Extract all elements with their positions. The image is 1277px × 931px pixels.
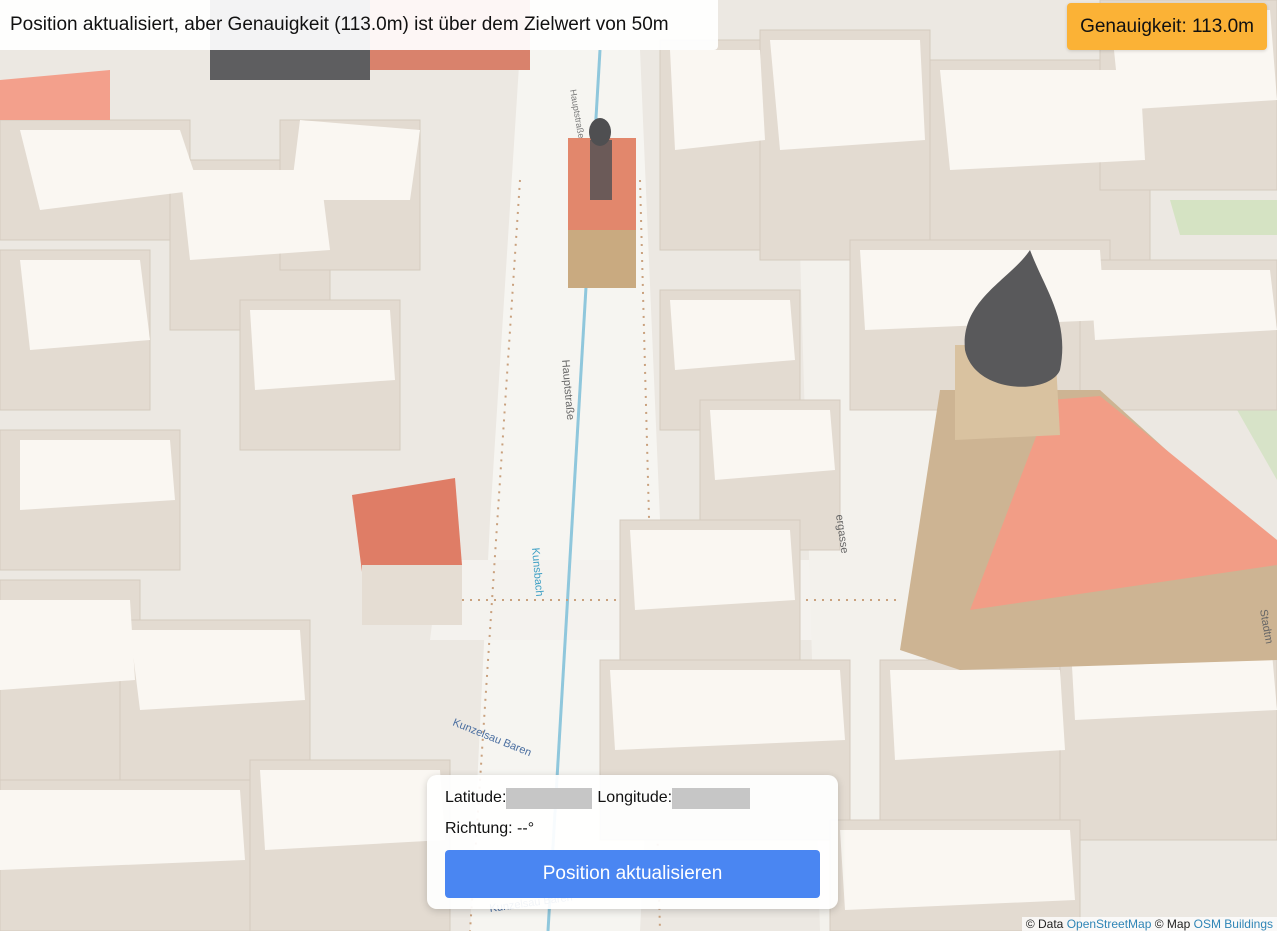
longitude-value-redacted <box>672 787 751 809</box>
update-position-button[interactable]: Position aktualisieren <box>445 850 820 898</box>
status-message-bar: Position aktualisiert, aber Genauigkeit … <box>0 0 718 50</box>
osm-buildings-link[interactable]: OSM Buildings <box>1194 917 1273 931</box>
latitude-value-redacted <box>506 787 593 809</box>
coordinates-row: Latitude: Longitude: <box>445 787 820 809</box>
openstreetmap-link[interactable]: OpenStreetMap <box>1067 917 1152 931</box>
map-attribution: © Data OpenStreetMap © Map OSM Buildings <box>1021 917 1277 931</box>
status-message: Position aktualisiert, aber Genauigkeit … <box>10 14 669 35</box>
heading-label: Richtung: --° <box>445 820 535 837</box>
heading-row: Richtung: --° <box>445 819 820 839</box>
attribution-prefix: © Data <box>1025 917 1064 931</box>
accuracy-badge: Genauigkeit: 113.0m <box>1067 3 1267 50</box>
position-info-panel: Latitude: Longitude: Richtung: --° Posit… <box>427 775 838 909</box>
attribution-middle: © Map <box>1154 917 1191 931</box>
longitude-label: Longitude: <box>597 789 673 806</box>
accuracy-label: Genauigkeit: 113.0m <box>1080 15 1254 37</box>
latitude-label: Latitude: <box>445 789 507 806</box>
